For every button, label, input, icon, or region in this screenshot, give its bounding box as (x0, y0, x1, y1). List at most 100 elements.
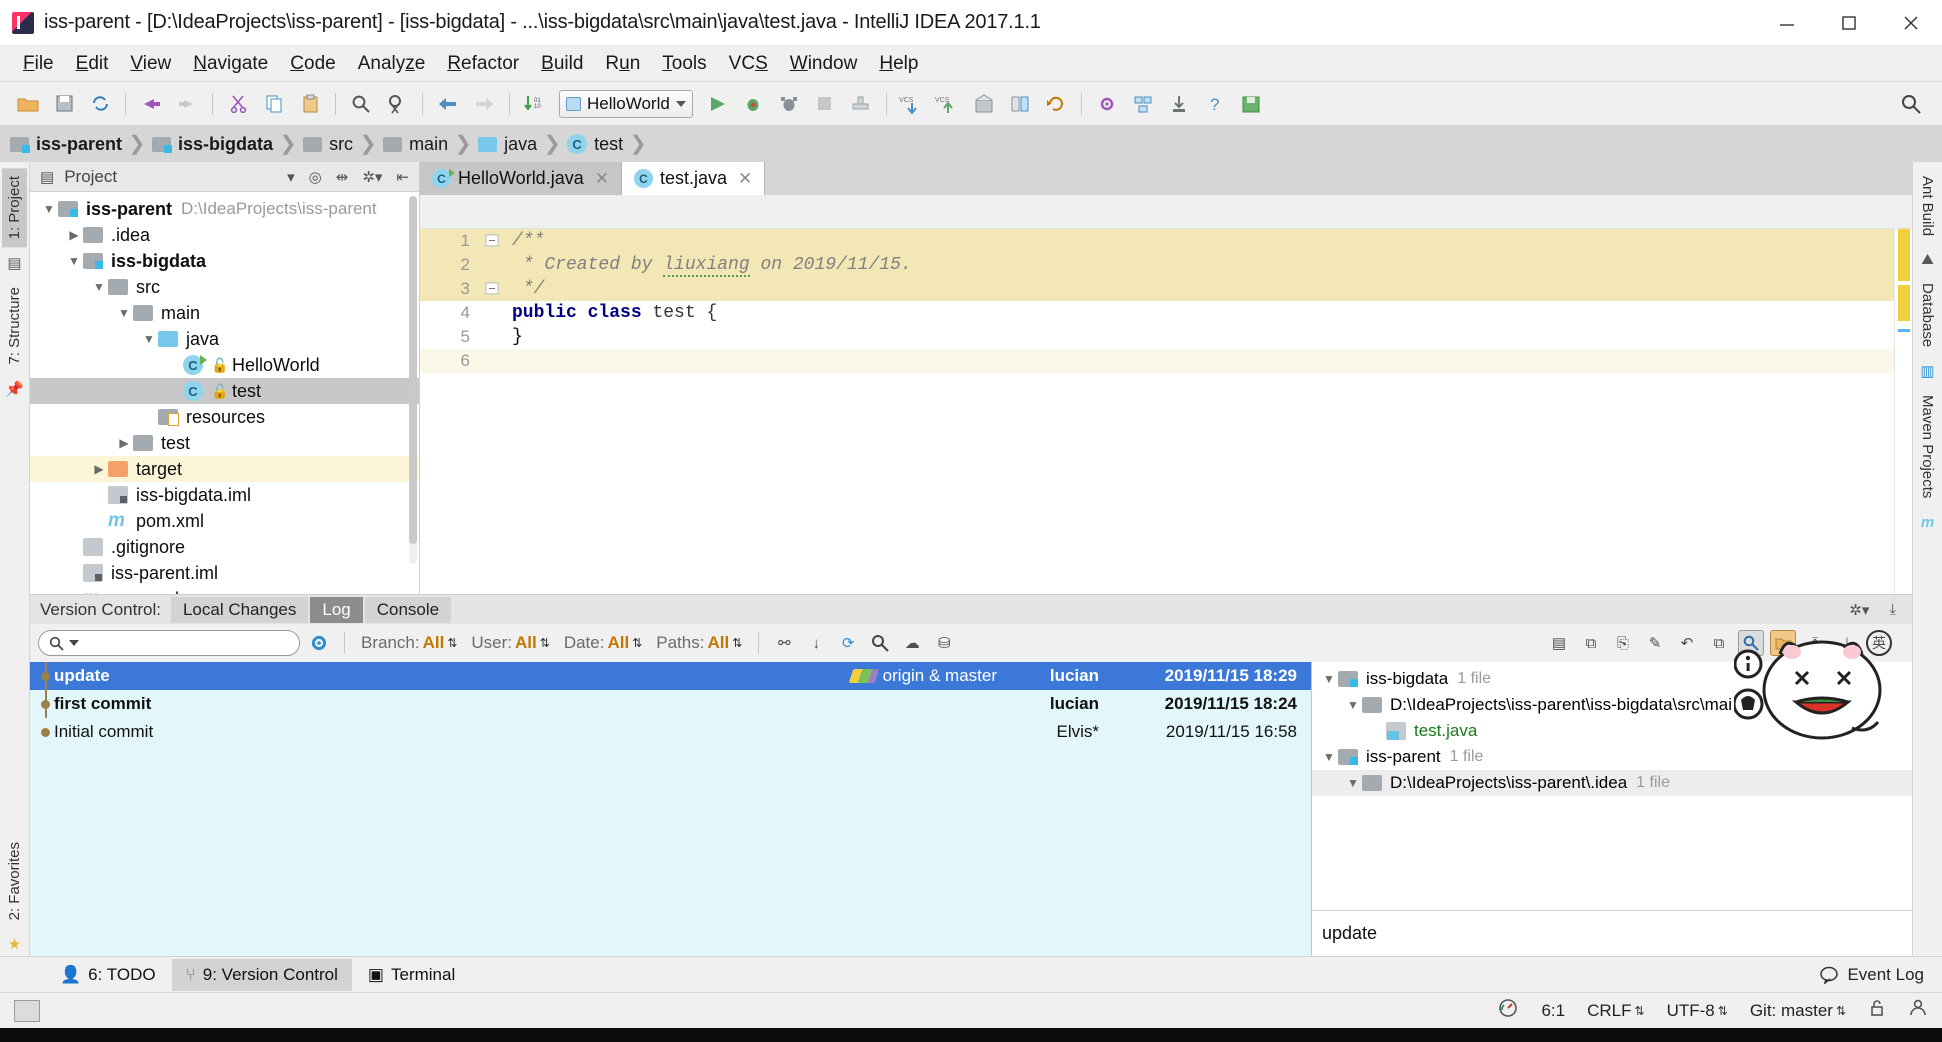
menu-window[interactable]: Window (779, 49, 869, 79)
menu-vcs[interactable]: VCS (718, 49, 779, 79)
breadcrumb-item-main[interactable]: main (381, 134, 450, 155)
show-diff-icon[interactable] (1738, 630, 1764, 656)
chevron-down-icon[interactable]: ▾ (283, 168, 299, 186)
chevron-right-icon[interactable]: ▶ (65, 228, 83, 242)
help-icon[interactable]: ? (1200, 89, 1230, 119)
forward-icon[interactable] (469, 89, 499, 119)
log-settings-icon[interactable] (306, 630, 332, 656)
collapse-all-icon[interactable]: ⇹ (332, 168, 353, 186)
tree-node[interactable]: iss-parent.iml (30, 560, 419, 586)
changed-file-row[interactable]: ▼ D:\IdeaProjects\iss-parent\.idea 1 file (1312, 770, 1912, 796)
chevron-down-icon[interactable]: ▼ (1344, 698, 1362, 712)
filter-date[interactable]: Date: All ⇅ (560, 633, 646, 653)
code-line[interactable]: 2 * Created by liuxiang on 2019/11/15. (420, 253, 1894, 277)
menu-help[interactable]: Help (868, 49, 929, 79)
sidebar-item-database[interactable]: Database (1915, 275, 1940, 355)
menu-file[interactable]: File (12, 49, 65, 79)
menu-refactor[interactable]: Refactor (436, 49, 530, 79)
changed-files-tree[interactable]: ▼ iss-bigdata 1 file ▼ D:\IdeaProjects\iss-p… (1312, 662, 1912, 910)
commit-row[interactable]: first commit lucian 2019/11/15 18:24 (30, 690, 1311, 718)
chevron-right-icon[interactable]: ▶ (115, 436, 133, 450)
history-icon[interactable] (969, 89, 999, 119)
sync-icon[interactable] (85, 89, 115, 119)
chevron-right-icon[interactable]: ▶ (90, 462, 108, 476)
show-graph-icon[interactable]: ⛁ (931, 630, 957, 656)
sidebar-item-project[interactable]: 1: Project (2, 168, 27, 248)
highlight-icon[interactable]: ☁ (899, 630, 925, 656)
copy-revision-icon[interactable]: ⧉ (1706, 630, 1732, 656)
menu-analyze[interactable]: Analyze (347, 49, 437, 79)
tree-node[interactable]: ▶ test (30, 430, 419, 456)
back-icon[interactable] (433, 89, 463, 119)
coverage-icon[interactable] (774, 89, 804, 119)
close-icon[interactable]: ✕ (738, 169, 752, 189)
code-line[interactable]: 6 (420, 349, 1894, 373)
find-icon[interactable] (346, 89, 376, 119)
tree-node[interactable]: iss-bigdata.iml (30, 482, 419, 508)
paste-icon[interactable] (295, 89, 325, 119)
tree-node[interactable]: ▼ iss-parent D:\IdeaProjects\iss-parent (30, 196, 419, 222)
changed-file-row[interactable]: ▼ D:\IdeaProjects\iss-parent\iss-bigdata\… (1312, 692, 1912, 718)
commit-list[interactable]: update origin & master lucian 2019/11/15 18… (30, 662, 1312, 956)
build-icon[interactable] (846, 89, 876, 119)
memory-icon[interactable] (1497, 997, 1519, 1024)
code-area[interactable]: 1/** 2 * Created by liuxiang on 2019/11/1… (420, 229, 1912, 594)
git-branch-widget[interactable]: Git: master ⇅ (1750, 1001, 1846, 1021)
commit-icon[interactable]: ▤ (1546, 630, 1572, 656)
vcs-commit-icon[interactable]: VCS (933, 89, 963, 119)
run-configuration-selector[interactable]: HelloWorld (559, 89, 693, 118)
structure-icon[interactable] (1128, 89, 1158, 119)
fold-start-icon[interactable] (482, 229, 504, 253)
run-icon[interactable] (702, 89, 732, 119)
chevron-down-icon[interactable]: ▼ (40, 202, 58, 216)
breadcrumb-item-test[interactable]: C test (565, 134, 625, 155)
menu-run[interactable]: Run (594, 49, 651, 79)
settings-icon[interactable] (1092, 89, 1122, 119)
file-encoding[interactable]: UTF-8 ⇅ (1667, 1001, 1728, 1021)
toggle-toolbar-icon[interactable] (14, 999, 40, 1022)
changed-file-row[interactable]: test.java (1312, 718, 1912, 744)
cut-icon[interactable] (223, 89, 253, 119)
breadcrumb-item-iss-parent[interactable]: iss-parent (8, 134, 124, 155)
stop-icon[interactable] (810, 89, 840, 119)
filter-branch[interactable]: Branch: All ⇅ (357, 633, 461, 653)
changed-file-row[interactable]: ▼ iss-bigdata 1 file (1312, 666, 1912, 692)
tree-node[interactable]: ▶ .idea (30, 222, 419, 248)
tree-node[interactable]: .gitignore (30, 534, 419, 560)
bottom-tab-todo[interactable]: 👤 6: TODO (46, 959, 170, 991)
sidebar-item-structure[interactable]: 7: Structure (2, 279, 27, 373)
save-icon[interactable] (1236, 89, 1266, 119)
close-icon[interactable] (1880, 0, 1942, 45)
save-all-icon[interactable] (49, 89, 79, 119)
code-line[interactable]: 5} (420, 325, 1894, 349)
tree-node[interactable]: ▼ src (30, 274, 419, 300)
tree-node[interactable]: m pom.xml (30, 586, 419, 595)
menu-view[interactable]: View (119, 49, 182, 79)
copy-icon[interactable] (259, 89, 289, 119)
menu-edit[interactable]: Edit (65, 49, 120, 79)
code-line[interactable]: 1 /** (420, 229, 1894, 253)
revert-icon[interactable]: ↶ (1674, 630, 1700, 656)
event-log-button[interactable]: Event Log (1820, 965, 1924, 985)
debug-icon[interactable] (738, 89, 768, 119)
intellisort-icon[interactable]: ⚯ (771, 630, 797, 656)
lock-icon[interactable] (1868, 999, 1886, 1022)
tree-node[interactable]: ▼ main (30, 300, 419, 326)
editor-tab-helloworld[interactable]: C HelloWorld.java ✕ (420, 162, 622, 195)
open-folder-icon[interactable] (13, 89, 43, 119)
chevron-down-icon[interactable]: ▼ (1320, 750, 1338, 764)
bottom-tab-terminal[interactable]: ▣ Terminal (354, 959, 469, 991)
tree-node[interactable]: ▼ iss-bigdata (30, 248, 419, 274)
commit-row[interactable]: Initial commit Elvis* 2019/11/15 16:58 (30, 718, 1311, 746)
ime-icon[interactable]: 英 (1866, 630, 1892, 656)
menu-tools[interactable]: Tools (651, 49, 717, 79)
collapse-all-icon[interactable]: ⤓ (1834, 630, 1860, 656)
create-patch-icon[interactable]: ⎘ (1610, 630, 1636, 656)
chevron-down-icon[interactable]: ▼ (115, 306, 133, 320)
bottom-tab-version-control[interactable]: ⑂ 9: Version Control (171, 958, 352, 991)
tree-node[interactable]: ▶ target (30, 456, 419, 482)
replace-icon[interactable] (382, 89, 412, 119)
vcs-update-icon[interactable]: VCS (897, 89, 927, 119)
refresh-icon[interactable]: ⟳ (835, 630, 861, 656)
menu-build[interactable]: Build (530, 49, 594, 79)
